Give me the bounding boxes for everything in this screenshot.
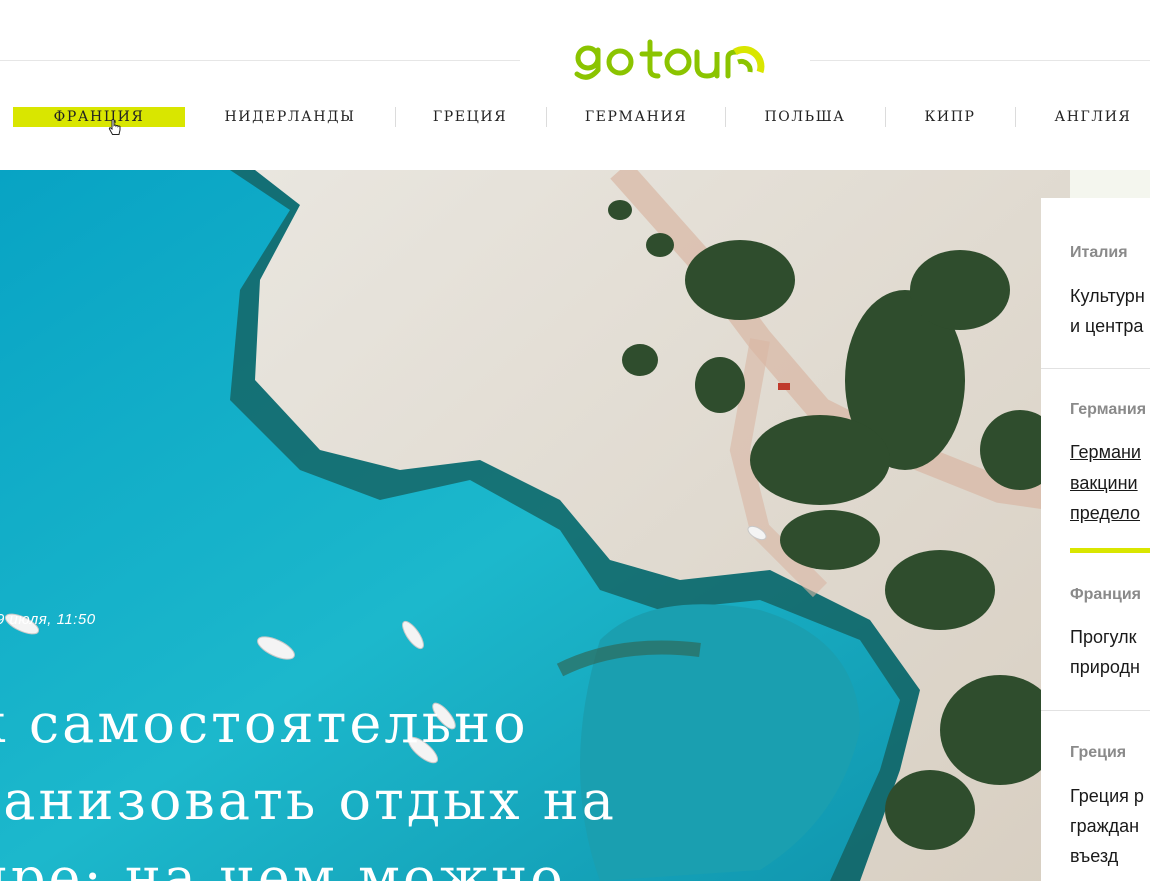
article-title-line: пре: на чем можно bbox=[0, 846, 566, 881]
news-headline-line[interactable]: вакцини bbox=[1070, 473, 1138, 494]
nav-item-label: ГРЕЦИЯ bbox=[432, 109, 508, 125]
nav-separator bbox=[1015, 107, 1016, 127]
news-headline-line[interactable]: и центра bbox=[1070, 316, 1143, 337]
nav-item-label: НИДЕРЛАНДЫ bbox=[224, 109, 356, 125]
country-nav: ФРАНЦИЯ НИДЕРЛАНДЫ ГРЕЦИЯ ГЕРМАНИЯ ПОЛЬШ… bbox=[0, 100, 1150, 134]
nav-item-germany[interactable]: ГЕРМАНИЯ bbox=[556, 100, 716, 134]
news-headline-line[interactable]: Германи bbox=[1070, 442, 1141, 463]
site-header: ФРАНЦИЯ НИДЕРЛАНДЫ ГРЕЦИЯ ГЕРМАНИЯ ПОЛЬШ… bbox=[0, 0, 1150, 170]
header-divider-right bbox=[810, 60, 1150, 61]
news-divider bbox=[1041, 710, 1150, 711]
nav-item-label: АНГЛИЯ bbox=[1054, 109, 1132, 125]
news-category: Германия bbox=[1070, 401, 1147, 418]
news-category: Греция bbox=[1070, 744, 1127, 761]
nav-separator bbox=[395, 107, 396, 127]
nav-item-netherlands[interactable]: НИДЕРЛАНДЫ bbox=[205, 100, 375, 134]
news-divider bbox=[1041, 368, 1150, 369]
nav-item-label: КИПР bbox=[924, 109, 976, 125]
news-headline-line[interactable]: предело bbox=[1070, 503, 1140, 524]
nav-item-cyprus[interactable]: КИПР bbox=[890, 100, 1010, 134]
nav-separator bbox=[546, 107, 547, 127]
nav-item-label: ПОЛЬША bbox=[764, 109, 846, 125]
nav-item-poland[interactable]: ПОЛЬША bbox=[730, 100, 880, 134]
article-title-line: к самостоятельно bbox=[0, 692, 529, 755]
nav-item-greece[interactable]: ГРЕЦИЯ bbox=[400, 100, 540, 134]
nav-item-label: ФРАНЦИЯ bbox=[53, 109, 145, 125]
news-headline-line[interactable]: въезд bbox=[1070, 846, 1118, 867]
news-headline-line[interactable]: природн bbox=[1070, 657, 1140, 678]
nav-separator bbox=[885, 107, 886, 127]
hero-article[interactable]: 9 июля, 11:50 к самостоятельно ганизоват… bbox=[0, 170, 1070, 881]
news-category: Франция bbox=[1070, 586, 1141, 603]
header-divider-left bbox=[0, 60, 520, 61]
nav-item-label: ГЕРМАНИЯ bbox=[584, 109, 688, 125]
news-headline-line[interactable]: граждан bbox=[1070, 816, 1139, 837]
panel-top-strip bbox=[1070, 170, 1150, 200]
article-date: 9 июля, 11:50 bbox=[0, 611, 96, 628]
article-title[interactable]: к самостоятельно ганизовать отдых на пре… bbox=[0, 685, 1070, 881]
news-headline-line[interactable]: Культурн bbox=[1070, 286, 1145, 307]
nav-separator bbox=[725, 107, 726, 127]
news-category: Италия bbox=[1070, 244, 1128, 261]
nav-item-england[interactable]: АНГЛИЯ bbox=[1030, 100, 1150, 134]
news-headline-line[interactable]: Прогулк bbox=[1070, 627, 1137, 648]
news-headline-line[interactable]: Греция р bbox=[1070, 786, 1144, 807]
hand-pointer-icon bbox=[108, 119, 121, 135]
article-title-line: ганизовать отдых на bbox=[0, 769, 617, 832]
nav-item-france[interactable]: ФРАНЦИЯ bbox=[13, 100, 185, 134]
news-sidebar: Италия Культурн и центра Германия Герман… bbox=[1041, 198, 1150, 881]
active-news-indicator bbox=[1070, 548, 1150, 553]
site-logo[interactable] bbox=[570, 36, 765, 84]
